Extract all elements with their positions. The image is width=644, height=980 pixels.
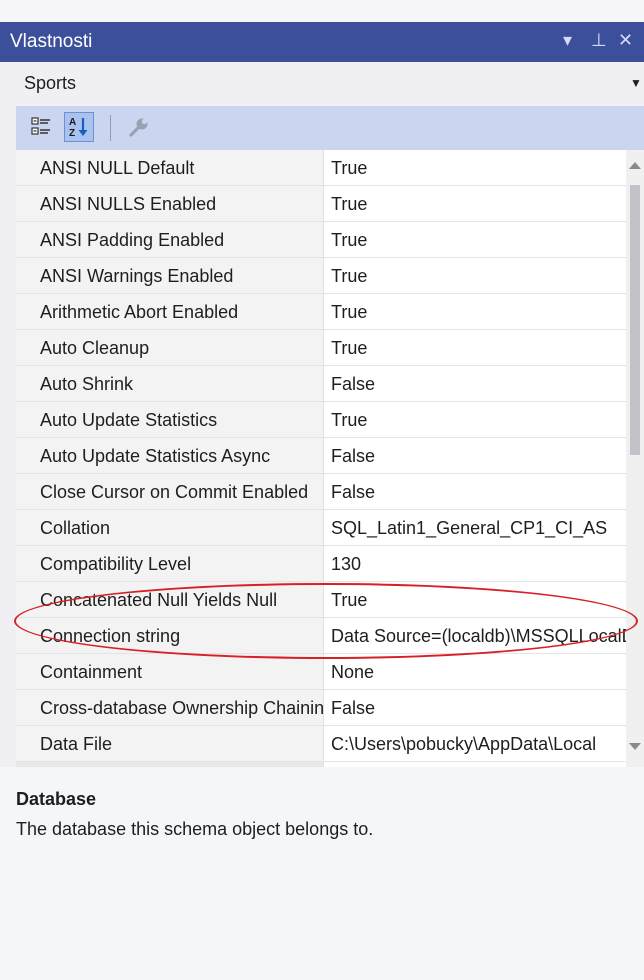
property-row[interactable]: ANSI NULL Default True (16, 150, 644, 186)
property-row[interactable]: ANSI Padding Enabled True (16, 222, 644, 258)
svg-text:Z: Z (69, 128, 75, 139)
properties-window: Vlastnosti ▾ ⊥ ✕ Sports ▼ A Z ANSI NULL … (0, 0, 644, 980)
property-value[interactable]: Data Source=(localdb)\MSSQLLocalDB (323, 618, 644, 654)
svg-text:A: A (69, 117, 76, 128)
scrollbar-thumb[interactable] (630, 185, 640, 455)
property-row[interactable]: Connection string Data Source=(localdb)\M… (16, 618, 644, 654)
description-text: The database this schema object belongs … (16, 819, 374, 839)
property-value[interactable]: False (323, 438, 644, 474)
property-value[interactable]: SQL_Latin1_General_CP1_CI_AS (323, 510, 644, 546)
property-value[interactable]: True (323, 402, 644, 438)
property-name: ANSI NULLS Enabled (16, 186, 323, 222)
property-row[interactable]: Containment None (16, 654, 644, 690)
property-pages-icon (129, 118, 148, 137)
alphabetical-icon: A Z (69, 117, 88, 139)
property-name: ANSI NULL Default (16, 150, 323, 186)
property-row[interactable]: Data File C:\Users\pobucky\AppData\Local (16, 726, 644, 762)
description-title: Database (16, 789, 97, 809)
property-value[interactable]: False (323, 474, 644, 510)
property-name: Close Cursor on Commit Enabled (16, 474, 323, 510)
property-name: Data File (16, 726, 323, 762)
window-top-strip (0, 0, 644, 22)
pin-icon[interactable]: ⊥ (591, 30, 607, 51)
property-value[interactable]: False (323, 690, 644, 726)
panel-title: Vlastnosti (10, 31, 93, 52)
object-selector-value: Sports (24, 73, 77, 93)
description-pane: Database The database this schema object… (0, 767, 644, 980)
close-icon[interactable]: ✕ (618, 30, 633, 51)
properties-toolbar: A Z (16, 106, 644, 150)
property-value[interactable]: True (323, 150, 644, 186)
property-value[interactable]: None (323, 654, 644, 690)
vertical-scrollbar[interactable] (626, 150, 644, 767)
categorized-icon (31, 117, 50, 135)
property-name: ANSI Padding Enabled (16, 222, 323, 258)
property-name: Cross-database Ownership Chaining (16, 690, 323, 726)
property-pages-button[interactable] (124, 112, 154, 142)
property-value[interactable]: False (323, 366, 644, 402)
object-selector[interactable]: Sports ▼ (0, 62, 644, 106)
toolbar-separator (110, 115, 111, 141)
property-value[interactable]: True (323, 294, 644, 330)
property-name: Concatenated Null Yields Null (16, 582, 323, 618)
property-row[interactable]: Auto Shrink False (16, 366, 644, 402)
property-row[interactable]: Close Cursor on Commit Enabled False (16, 474, 644, 510)
property-row[interactable]: ANSI NULLS Enabled True (16, 186, 644, 222)
property-name: Auto Shrink (16, 366, 323, 402)
categorized-button[interactable] (26, 112, 56, 142)
property-value[interactable]: C:\Users\pobucky\AppData\Local (323, 726, 644, 762)
chevron-down-icon[interactable]: ▼ (630, 76, 642, 90)
alphabetical-button[interactable]: A Z (64, 112, 94, 142)
property-value[interactable]: True (323, 330, 644, 366)
property-name: Containment (16, 654, 323, 690)
property-row[interactable]: Auto Update Statistics Async False (16, 438, 644, 474)
property-name: ANSI Warnings Enabled (16, 258, 323, 294)
property-row[interactable]: Auto Cleanup True (16, 330, 644, 366)
property-value[interactable]: True (323, 222, 644, 258)
dropdown-icon[interactable]: ▾ (563, 30, 572, 51)
property-value[interactable]: True (323, 186, 644, 222)
property-value[interactable]: True (323, 582, 644, 618)
scroll-down-icon[interactable] (629, 743, 641, 750)
scroll-up-icon[interactable] (629, 162, 641, 169)
property-row[interactable]: Compatibility Level 130 (16, 546, 644, 582)
property-name: Connection string (16, 618, 323, 654)
property-name: Auto Update Statistics (16, 402, 323, 438)
property-row[interactable]: Concatenated Null Yields Null True (16, 582, 644, 618)
property-row[interactable]: ANSI Warnings Enabled True (16, 258, 644, 294)
property-value[interactable]: True (323, 258, 644, 294)
property-row[interactable]: Collation SQL_Latin1_General_CP1_CI_AS (16, 510, 644, 546)
property-name: Auto Cleanup (16, 330, 323, 366)
property-row[interactable]: Cross-database Ownership Chaining False (16, 690, 644, 726)
property-name: Compatibility Level (16, 546, 323, 582)
property-name: Collation (16, 510, 323, 546)
panel-titlebar: Vlastnosti ▾ ⊥ ✕ (0, 22, 644, 62)
property-name: Arithmetic Abort Enabled (16, 294, 323, 330)
property-row[interactable]: Auto Update Statistics True (16, 402, 644, 438)
property-name: Auto Update Statistics Async (16, 438, 323, 474)
property-row[interactable]: Arithmetic Abort Enabled True (16, 294, 644, 330)
property-grid: ANSI NULL Default True ANSI NULLS Enabled T… (16, 150, 644, 767)
property-value[interactable]: 130 (323, 546, 644, 582)
